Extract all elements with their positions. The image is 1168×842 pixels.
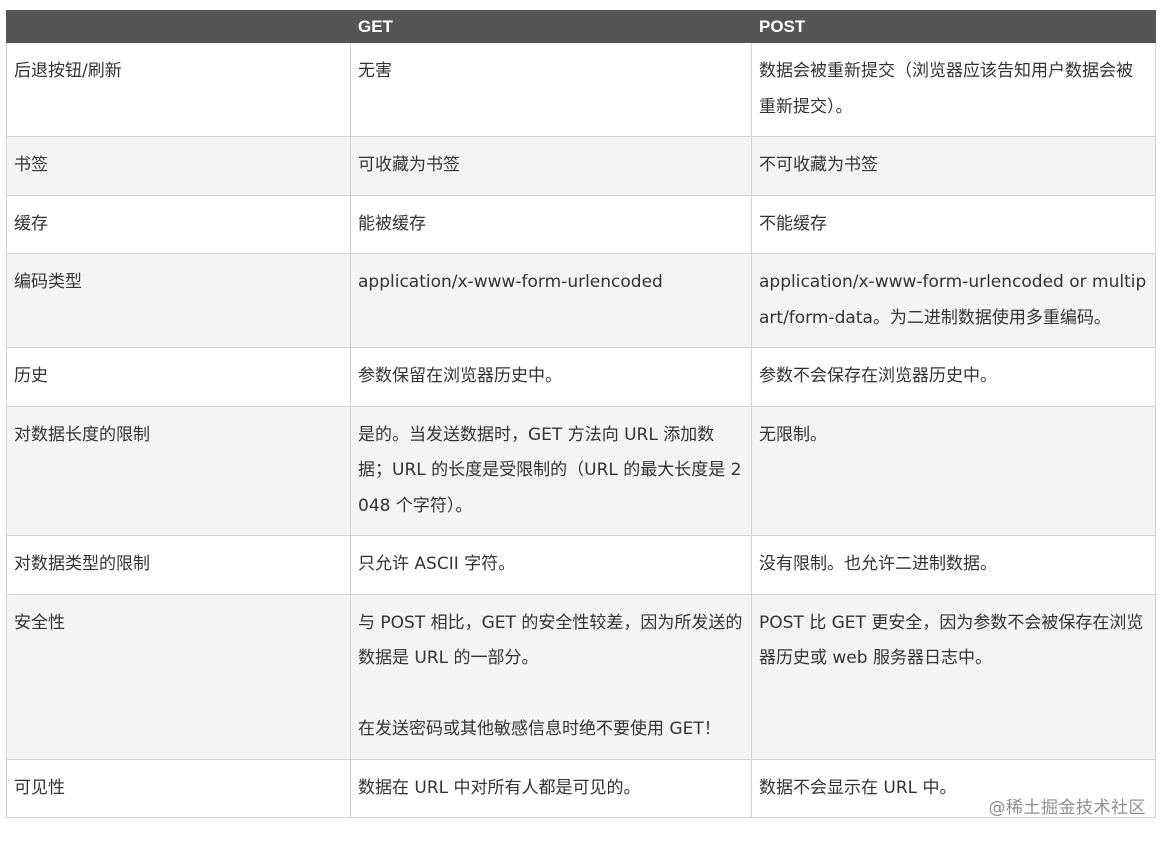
table-row: 历史 参数保留在浏览器历史中。 参数不会保存在浏览器历史中。	[6, 347, 1156, 407]
get-post-comparison-table: GET POST 后退按钮/刷新 无害 数据会被重新提交（浏览器应该告知用户数据…	[6, 10, 1156, 818]
row-label: 对数据长度的限制	[6, 405, 351, 536]
header-cell-post: POST	[751, 10, 1156, 43]
row-label: 后退按钮/刷新	[6, 42, 351, 137]
table-row: 对数据类型的限制 只允许 ASCII 字符。 没有限制。也允许二进制数据。	[6, 535, 1156, 595]
comparison-table-container: GET POST 后退按钮/刷新 无害 数据会被重新提交（浏览器应该告知用户数据…	[6, 10, 1156, 818]
get-cell: 可收藏为书签	[350, 136, 752, 196]
row-label: 可见性	[6, 758, 351, 818]
get-cell: 能被缓存	[350, 194, 752, 254]
post-cell: 不能缓存	[751, 194, 1156, 254]
post-cell: 参数不会保存在浏览器历史中。	[751, 347, 1156, 407]
table-row: 对数据长度的限制 是的。当发送数据时，GET 方法向 URL 添加数据；URL …	[6, 405, 1156, 536]
get-cell: 是的。当发送数据时，GET 方法向 URL 添加数据；URL 的长度是受限制的（…	[350, 405, 752, 536]
watermark: @稀土掘金技术社区	[988, 798, 1146, 818]
header-cell-get: GET	[350, 10, 752, 43]
post-cell: 不可收藏为书签	[751, 136, 1156, 196]
get-cell-note: 在发送密码或其他敏感信息时绝不要使用 GET！	[358, 719, 721, 739]
get-cell: application/x-www-form-urlencoded	[350, 253, 752, 348]
row-label: 安全性	[6, 593, 351, 760]
row-label: 书签	[6, 136, 351, 196]
post-cell: 没有限制。也允许二进制数据。	[751, 535, 1156, 595]
row-label: 对数据类型的限制	[6, 535, 351, 595]
get-cell-text: 与 POST 相比，GET 的安全性较差，因为所发送的数据是 URL 的一部分。	[358, 612, 743, 669]
table-row: 缓存 能被缓存 不能缓存	[6, 194, 1156, 254]
post-cell: 数据会被重新提交（浏览器应该告知用户数据会被重新提交）。	[751, 42, 1156, 137]
header-cell-feature	[6, 10, 351, 43]
get-cell: 只允许 ASCII 字符。	[350, 535, 752, 595]
row-label: 编码类型	[6, 253, 351, 348]
table-row: 书签 可收藏为书签 不可收藏为书签	[6, 136, 1156, 196]
table-row: 编码类型 application/x-www-form-urlencoded a…	[6, 253, 1156, 348]
get-cell: 数据在 URL 中对所有人都是可见的。	[350, 758, 752, 818]
table-row: 后退按钮/刷新 无害 数据会被重新提交（浏览器应该告知用户数据会被重新提交）。	[6, 42, 1156, 137]
get-cell: 与 POST 相比，GET 的安全性较差，因为所发送的数据是 URL 的一部分。…	[350, 593, 752, 760]
post-cell: 无限制。	[751, 405, 1156, 536]
get-cell: 无害	[350, 42, 752, 137]
post-cell: POST 比 GET 更安全，因为参数不会被保存在浏览器历史或 web 服务器日…	[751, 593, 1156, 760]
table-row: 可见性 数据在 URL 中对所有人都是可见的。 数据不会显示在 URL 中。	[6, 758, 1156, 818]
row-label: 历史	[6, 347, 351, 407]
row-label: 缓存	[6, 194, 351, 254]
table-header-row: GET POST	[6, 10, 1156, 43]
get-cell: 参数保留在浏览器历史中。	[350, 347, 752, 407]
post-cell: application/x-www-form-urlencoded or mul…	[751, 253, 1156, 348]
table-row: 安全性 与 POST 相比，GET 的安全性较差，因为所发送的数据是 URL 的…	[6, 593, 1156, 760]
